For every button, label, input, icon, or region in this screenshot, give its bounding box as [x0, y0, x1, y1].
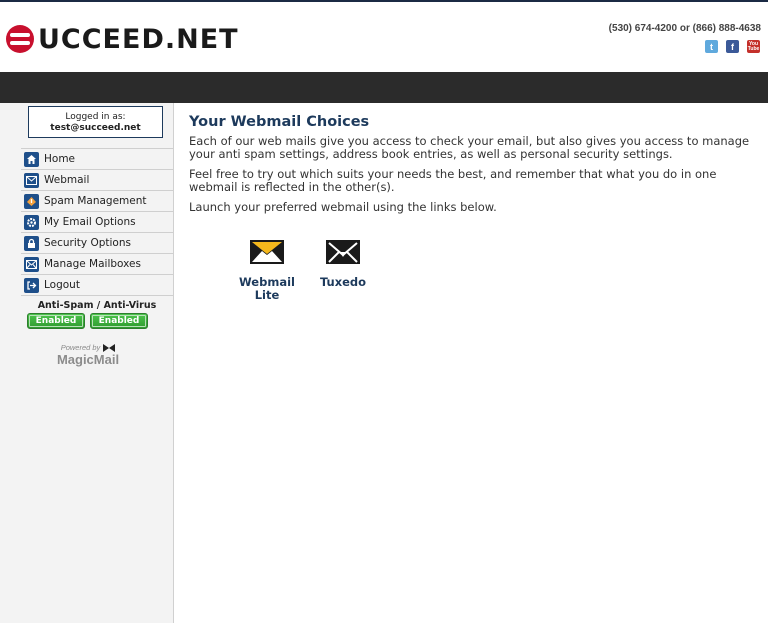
- av-status-badges: Enabled Enabled: [27, 313, 148, 329]
- magicmail-brand: MagicMail: [56, 352, 120, 367]
- logo-s-icon: [6, 25, 34, 53]
- sidebar-item-home[interactable]: Home: [21, 149, 173, 170]
- sidebar-item-label: Spam Management: [44, 195, 147, 207]
- lock-icon: [24, 235, 39, 251]
- tuxedo-link[interactable]: Tuxedo: [312, 236, 374, 302]
- youtube-icon[interactable]: You Tube: [747, 40, 760, 53]
- sidebar: Logged in as: test@succeed.net Home Webm…: [0, 103, 174, 623]
- anti-spam-virus-title: Anti-Spam / Anti-Virus: [37, 300, 157, 311]
- page-title: Your Webmail Choices: [189, 114, 370, 130]
- intro-paragraph: Each of our web mails give you access to…: [189, 134, 750, 161]
- sidebar-item-webmail[interactable]: Webmail: [21, 170, 173, 191]
- powered-by-line: Powered by: [48, 343, 128, 352]
- sidebar-item-manage-mailboxes[interactable]: Manage Mailboxes: [21, 254, 173, 275]
- gear-icon: [24, 214, 39, 230]
- webmail-lite-label: Webmail Lite: [239, 275, 295, 302]
- launch-paragraph: Launch your preferred webmail using the …: [189, 200, 497, 214]
- sidebar-item-spam-management[interactable]: Spam Management: [21, 191, 173, 212]
- login-user: test@succeed.net: [50, 123, 141, 133]
- nav-bar: [0, 72, 768, 103]
- sidebar-item-label: My Email Options: [44, 216, 136, 228]
- powered-by-magicmail: Powered by MagicMail: [48, 343, 128, 367]
- sidebar-item-label: Home: [44, 153, 76, 165]
- sidebar-item-label: Webmail: [44, 174, 90, 186]
- login-label: Logged in as:: [65, 112, 126, 122]
- tuxedo-icon: [326, 240, 360, 264]
- sidebar-item-security-options[interactable]: Security Options: [21, 233, 173, 254]
- sidebar-item-label: Logout: [44, 279, 80, 291]
- header: UCCEED.NET (530) 674-4200 or (866) 888-4…: [0, 2, 768, 72]
- tuxedo-label: Tuxedo: [319, 275, 367, 289]
- sidebar-item-email-options[interactable]: My Email Options: [21, 212, 173, 233]
- sidebar-item-label: Security Options: [44, 237, 131, 249]
- login-info: Logged in as: test@succeed.net: [28, 106, 163, 138]
- webmail-lite-icon: [250, 240, 284, 264]
- envelope-icon: [24, 172, 39, 188]
- home-icon: [24, 151, 39, 167]
- sidebar-item-logout[interactable]: Logout: [21, 275, 173, 296]
- facebook-icon[interactable]: f: [726, 40, 739, 53]
- logout-icon: [24, 277, 39, 293]
- sidebar-menu: Home Webmail Spam Management My Email Op…: [21, 148, 173, 296]
- anti-virus-status-badge[interactable]: Enabled: [90, 313, 148, 329]
- webmail-lite-link[interactable]: Webmail Lite: [236, 236, 298, 302]
- social-links: t f You Tube: [705, 40, 760, 53]
- webmail-clients: Webmail Lite Tuxedo: [236, 236, 374, 302]
- succeed-logo[interactable]: UCCEED.NET: [5, 22, 239, 56]
- main-content: Your Webmail Choices Each of our web mai…: [189, 114, 759, 221]
- sidebar-item-label: Manage Mailboxes: [44, 258, 141, 270]
- magicmail-logo-icon: [103, 343, 116, 352]
- tryout-paragraph: Feel free to try out which suits your ne…: [189, 167, 717, 194]
- powered-by-label: Powered by: [60, 343, 101, 352]
- spam-icon: [24, 193, 39, 209]
- logo-text: UCCEED.NET: [38, 23, 239, 55]
- mailbox-icon: [24, 256, 39, 272]
- twitter-icon[interactable]: t: [705, 40, 718, 53]
- anti-spam-status-badge[interactable]: Enabled: [27, 313, 85, 329]
- phone-numbers: (530) 674-4200 or (866) 888-4638: [608, 23, 761, 34]
